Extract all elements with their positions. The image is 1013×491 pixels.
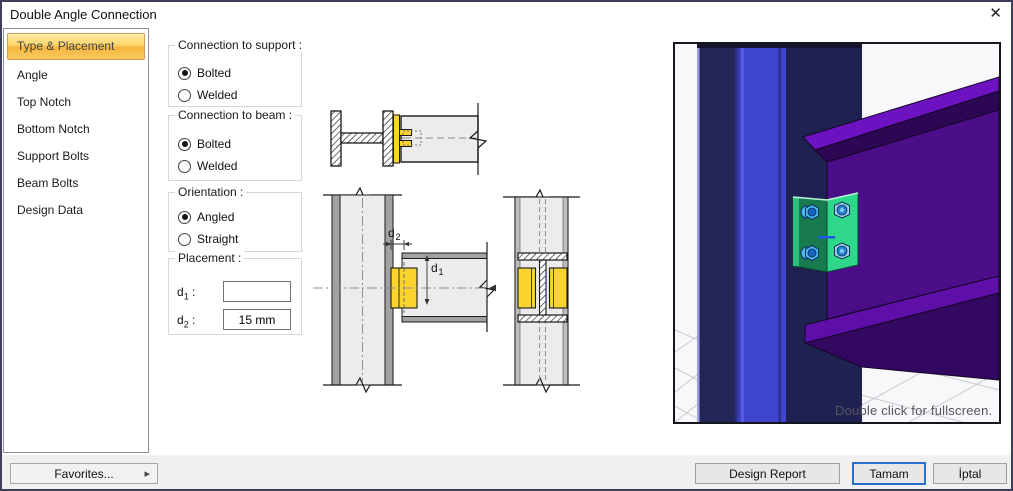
d1-dim-label: d bbox=[431, 261, 438, 275]
favorites-button[interactable]: Favorites... ▸ bbox=[10, 463, 158, 484]
fullscreen-hint: Double click for fullscreen. bbox=[835, 403, 993, 418]
chevron-right-icon: ▸ bbox=[144, 468, 150, 480]
sidebar-item-top-notch[interactable]: Top Notch bbox=[4, 89, 148, 116]
group-title: Orientation : bbox=[175, 185, 247, 199]
footer-bar: Favorites... ▸ Design Report Tamam İptal bbox=[0, 455, 1013, 491]
radio-support-bolted[interactable]: Bolted bbox=[178, 66, 231, 80]
design-report-button[interactable]: Design Report bbox=[695, 463, 840, 484]
category-sidebar: Type & Placement Angle Top Notch Bottom … bbox=[3, 28, 149, 453]
cancel-button[interactable]: İptal bbox=[933, 463, 1007, 484]
radio-support-welded[interactable]: Welded bbox=[178, 88, 237, 102]
close-icon[interactable]: ✕ bbox=[989, 5, 1002, 23]
radio-icon[interactable] bbox=[178, 137, 191, 151]
radio-label: Welded bbox=[197, 159, 238, 173]
radio-label: Welded bbox=[197, 88, 238, 102]
bolt-icon bbox=[800, 244, 819, 262]
d1-dim-sub: 1 bbox=[439, 267, 444, 277]
group-connection-to-beam: Connection to beam : Bolted Welded bbox=[168, 108, 302, 181]
radio-label: Straight bbox=[197, 232, 239, 246]
titlebar: Double Angle Connection ✕ bbox=[0, 0, 1013, 28]
group-orientation: Orientation : Angled Straight bbox=[168, 185, 302, 252]
sidebar-item-bottom-notch[interactable]: Bottom Notch bbox=[4, 116, 148, 143]
d2-input[interactable] bbox=[223, 309, 291, 330]
group-title: Placement : bbox=[175, 251, 245, 265]
sidebar-item-design-data[interactable]: Design Data bbox=[4, 197, 148, 224]
radio-orientation-straight[interactable]: Straight bbox=[178, 232, 238, 246]
d2-dim-sub: 2 bbox=[396, 232, 401, 242]
radio-icon[interactable] bbox=[178, 159, 191, 173]
d2-label: d2 : bbox=[177, 313, 196, 330]
radio-beam-welded[interactable]: Welded bbox=[178, 159, 237, 173]
radio-icon[interactable] bbox=[178, 232, 191, 246]
sidebar-item-angle[interactable]: Angle bbox=[4, 62, 148, 89]
cancel-label: İptal bbox=[958, 466, 982, 481]
radio-label: Bolted bbox=[197, 137, 232, 151]
ok-label: Tamam bbox=[869, 466, 909, 481]
bolt-icon bbox=[834, 201, 850, 219]
group-placement: Placement : d1 : d2 : bbox=[168, 251, 302, 335]
double-angle-connection-dialog: Double Angle Connection ✕ Type & Placeme… bbox=[0, 0, 1013, 491]
ok-button[interactable]: Tamam bbox=[852, 462, 926, 485]
radio-orientation-angled[interactable]: Angled bbox=[178, 210, 234, 224]
plan-view bbox=[330, 103, 488, 175]
design-report-label: Design Report bbox=[729, 466, 806, 481]
d1-input[interactable] bbox=[223, 281, 291, 302]
dialog-title: Double Angle Connection bbox=[10, 7, 157, 22]
3d-preview-viewport[interactable]: Double click for fullscreen. bbox=[673, 42, 1001, 424]
radio-icon[interactable] bbox=[178, 88, 191, 102]
radio-icon[interactable] bbox=[178, 66, 191, 80]
sidebar-item-type-placement[interactable]: Type & Placement bbox=[7, 33, 145, 60]
d2-dim-label: d bbox=[388, 226, 395, 240]
d1-label: d1 : bbox=[177, 285, 196, 302]
bolt-icon bbox=[800, 203, 819, 221]
radio-beam-bolted[interactable]: Bolted bbox=[178, 137, 231, 151]
bolt-icon bbox=[834, 242, 850, 260]
sidebar-item-support-bolts[interactable]: Support Bolts bbox=[4, 143, 148, 170]
radio-icon[interactable] bbox=[178, 210, 191, 224]
sidebar-item-beam-bolts[interactable]: Beam Bolts bbox=[4, 170, 148, 197]
connection-schematic-drawing: d 2 d 1 bbox=[313, 103, 580, 394]
section-view bbox=[489, 188, 580, 394]
group-connection-to-support: Connection to support : Bolted Welded bbox=[168, 38, 306, 107]
group-title: Connection to support : bbox=[175, 38, 306, 52]
radio-label: Bolted bbox=[197, 66, 232, 80]
elevation-view: d 2 d 1 bbox=[313, 186, 496, 394]
3d-render bbox=[675, 44, 999, 422]
favorites-label: Favorites... bbox=[54, 466, 114, 481]
group-title: Connection to beam : bbox=[175, 108, 296, 122]
radio-label: Angled bbox=[197, 210, 235, 224]
angle-connection-3d bbox=[792, 192, 859, 273]
